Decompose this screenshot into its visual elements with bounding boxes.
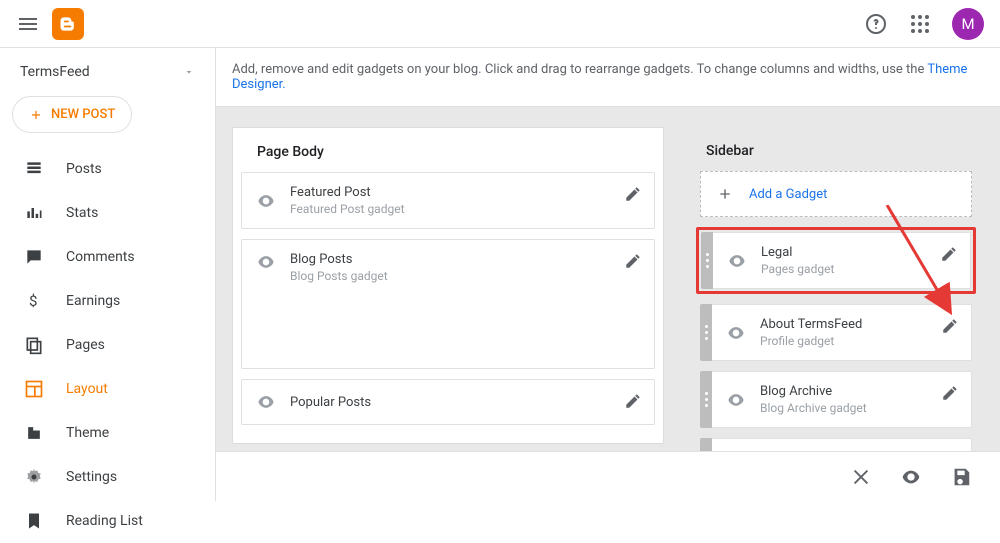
edit-icon[interactable] [941,384,959,402]
nav-pages[interactable]: Pages [0,323,215,367]
comments-icon [24,247,44,267]
section-title: Page Body [233,128,663,172]
gadget-about[interactable]: About TermsFeedProfile gadget [700,304,972,361]
blog-name: TermsFeed [20,64,90,80]
layout-canvas: Page Body Featured PostFeatured Post gad… [216,107,1000,501]
close-icon[interactable] [850,466,872,488]
section-title: Sidebar [692,127,980,171]
nav-comments[interactable]: Comments [0,235,215,279]
nav-theme[interactable]: Theme [0,411,215,455]
nav-reading-list[interactable]: Reading List [0,499,215,543]
nav-earnings[interactable]: $Earnings [0,279,215,323]
visibility-icon [727,251,747,271]
edit-icon[interactable] [940,245,958,263]
nav-stats[interactable]: Stats [0,191,215,235]
add-gadget-button[interactable]: Add a Gadget [700,171,972,217]
info-bar: Add, remove and edit gadgets on your blo… [216,48,1000,107]
save-icon[interactable] [950,466,972,488]
visibility-icon [256,392,276,412]
edit-icon[interactable] [624,392,642,410]
sidebar-section: Sidebar Add a Gadget LegalPages gadget [692,127,980,495]
gadget-popular-posts[interactable]: Popular Posts [241,379,655,425]
nav-layout[interactable]: Layout [0,367,215,411]
help-icon[interactable] [864,12,888,36]
header: M [0,0,1000,48]
highlighted-gadget: LegalPages gadget [696,227,976,294]
layout-icon [24,379,44,399]
plus-icon [29,108,43,122]
avatar[interactable]: M [952,8,984,40]
visibility-icon [726,323,746,343]
app-sidebar: TermsFeed NEW POST Posts Stats Comments … [0,48,216,501]
nav-list: Posts Stats Comments $Earnings Pages Lay… [0,147,215,543]
gadget-legal[interactable]: LegalPages gadget [701,232,971,289]
drag-handle[interactable] [701,232,713,289]
stats-icon [24,203,44,223]
nav-settings[interactable]: Settings [0,455,215,499]
pages-icon [24,335,44,355]
edit-icon[interactable] [624,185,642,203]
drag-handle[interactable] [700,371,712,428]
plus-icon [717,186,733,202]
main-content: Add, remove and edit gadgets on your blo… [216,48,1000,501]
drag-handle[interactable] [700,304,712,361]
settings-icon [24,467,44,487]
preview-icon[interactable] [900,466,922,488]
visibility-icon [256,252,276,272]
edit-icon[interactable] [624,252,642,270]
earnings-icon: $ [24,291,44,311]
blogger-logo [52,8,84,40]
blog-selector[interactable]: TermsFeed [0,48,215,92]
apps-grid-icon[interactable] [908,12,932,36]
chevron-down-icon [183,66,195,78]
nav-posts[interactable]: Posts [0,147,215,191]
new-post-button[interactable]: NEW POST [12,96,132,133]
gadget-blog-archive[interactable]: Blog ArchiveBlog Archive gadget [700,371,972,428]
posts-icon [24,159,44,179]
gadget-featured-post[interactable]: Featured PostFeatured Post gadget [241,172,655,229]
svg-text:$: $ [29,292,37,310]
visibility-icon [256,191,276,211]
visibility-icon [726,390,746,410]
bottom-toolbar [216,451,1000,501]
edit-icon[interactable] [941,317,959,335]
bookmark-icon [24,511,44,531]
gadget-blog-posts[interactable]: Blog PostsBlog Posts gadget [241,239,655,369]
theme-icon [24,423,44,443]
page-body-section: Page Body Featured PostFeatured Post gad… [232,127,664,444]
hamburger-menu-icon[interactable] [16,12,40,36]
